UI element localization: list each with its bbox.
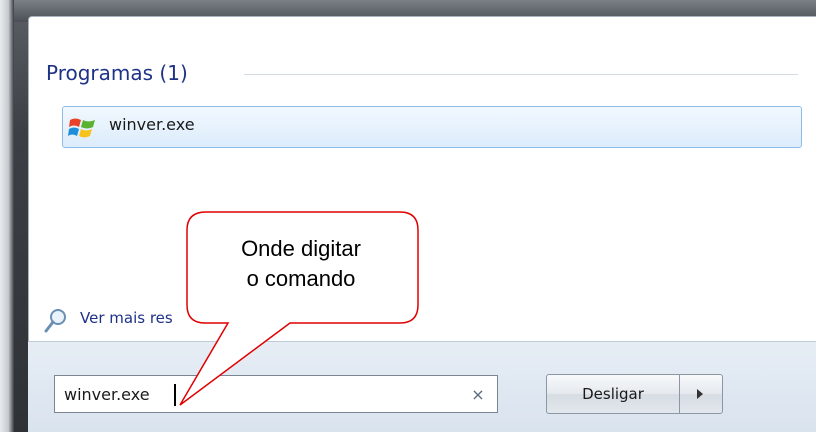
callout-line-1: Onde digitar (241, 236, 361, 261)
see-more-results-label: Ver mais res (80, 309, 173, 327)
shutdown-button[interactable]: Desligar (546, 374, 680, 414)
result-item-label: winver.exe (109, 115, 195, 134)
shutdown-options-button[interactable] (679, 374, 723, 414)
text-cursor (174, 384, 176, 406)
callout-text: Onde digitar o comando (186, 234, 416, 294)
desktop-edge (0, 0, 14, 442)
windows-program-icon (68, 118, 95, 138)
callout-line-2: o comando (246, 266, 356, 291)
window-bottom-edge (0, 432, 816, 442)
programs-section-title: Programas (1) (46, 61, 188, 85)
search-input-value: winver.exe (64, 385, 150, 404)
triangle-right-icon (697, 389, 703, 399)
magnifier-icon (44, 309, 66, 333)
clear-search-icon[interactable]: × (468, 384, 488, 406)
section-divider (244, 74, 798, 75)
see-more-results-link[interactable]: Ver mais res (44, 305, 204, 335)
